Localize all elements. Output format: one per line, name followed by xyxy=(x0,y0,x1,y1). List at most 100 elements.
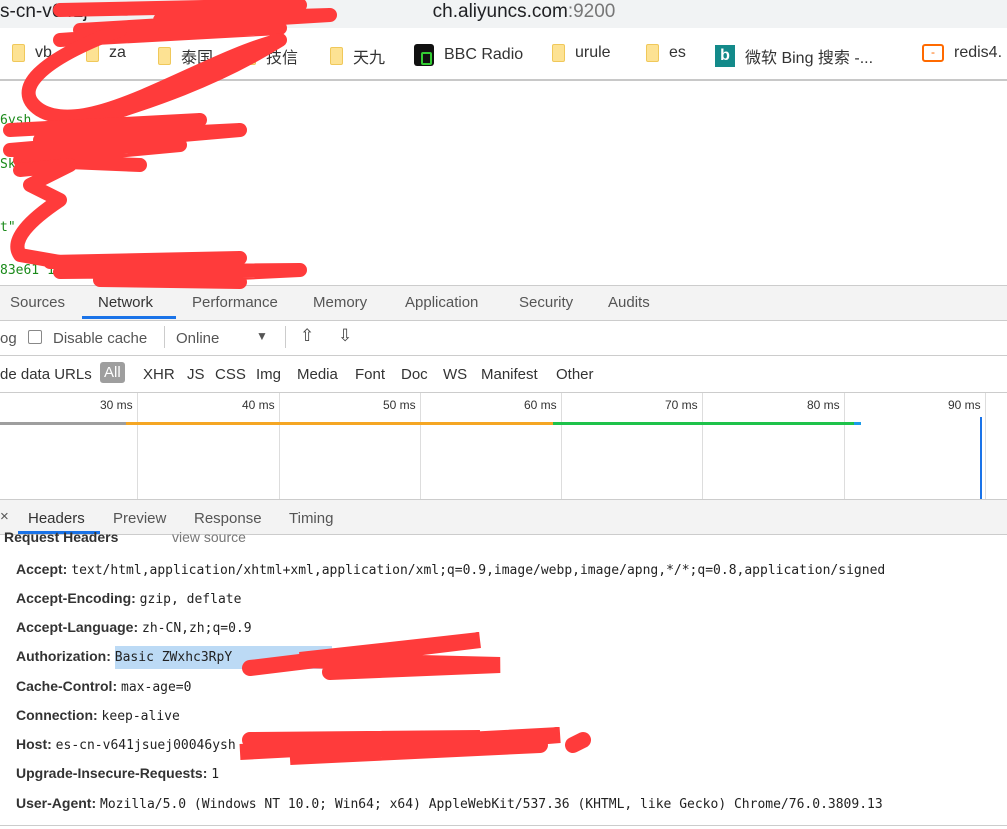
ttfb-bar xyxy=(126,422,553,425)
filter-js[interactable]: JS xyxy=(187,366,205,383)
filter-css[interactable]: CSS xyxy=(215,366,246,383)
request-subtabs: × Headers Preview Response Timing xyxy=(0,500,1007,535)
bing-icon: b xyxy=(715,45,735,67)
bookmark-vb[interactable]: vb xyxy=(12,44,52,62)
bookmarks-bar: vb za 泰国 技信 天九 BBC Radio urule es b 微软 Bi… xyxy=(0,28,1007,81)
disable-cache-label[interactable]: Disable cache xyxy=(53,330,147,347)
bookmark-bing[interactable]: b 微软 Bing 搜索 -... xyxy=(715,44,873,68)
header-name: Connection: xyxy=(16,707,98,723)
bookmark-label: 天九 xyxy=(353,50,386,67)
view-source-link[interactable]: view source xyxy=(172,529,246,545)
header-row: Host: es-cn-v641jsuej00046ysh 9200 xyxy=(16,736,502,753)
header-name: Authorization: xyxy=(16,648,111,664)
filter-bar: de data URLs All XHR JS CSS Img Media Fo… xyxy=(0,356,1007,393)
import-har-icon[interactable]: ⇧ xyxy=(300,326,314,346)
header-value: Mozilla/5.0 (Windows NT 10.0; Win64; x64… xyxy=(100,797,883,812)
filter-img[interactable]: Img xyxy=(256,366,281,383)
waiting-bar xyxy=(0,422,126,425)
bookmark-bbc-radio[interactable]: BBC Radio xyxy=(414,44,523,66)
close-icon[interactable]: × xyxy=(0,508,9,525)
folder-icon xyxy=(86,44,99,62)
bookmark-label: redis4. xyxy=(954,44,1003,61)
bookmark-label: BBC Radio xyxy=(444,46,524,63)
bookmark-thailand[interactable]: 泰国 xyxy=(158,44,213,68)
network-toolbar: og Disable cache Online ▼ ⇧ ⇩ xyxy=(0,320,1007,356)
timeline-tick: 50 ms xyxy=(383,398,416,412)
hide-data-urls-label[interactable]: de data URLs xyxy=(0,366,92,383)
header-value: text/html,application/xhtml+xml,applicat… xyxy=(71,563,886,578)
header-row: Accept: text/html,application/xhtml+xml,… xyxy=(16,561,885,578)
bookmark-label: es xyxy=(669,44,686,61)
folder-icon xyxy=(243,47,256,65)
tab-application[interactable]: Application xyxy=(405,294,478,311)
filter-media[interactable]: Media xyxy=(297,366,338,383)
json-line: 83e61 198 xyxy=(0,263,71,278)
address-bar[interactable]: s-cn-v641j ch.aliyuncs.com:9200 xyxy=(0,0,1007,28)
disable-cache-checkbox[interactable] xyxy=(28,330,42,344)
throttle-select[interactable]: Online xyxy=(176,330,219,347)
url-suffix: ch.aliyuncs.com xyxy=(432,1,568,22)
bookmark-es[interactable]: es xyxy=(646,44,686,62)
export-har-icon[interactable]: ⇩ xyxy=(338,326,352,346)
header-value: Basic ZWxhc3RpY xyxy=(114,646,333,669)
json-line: 6ysh xyxy=(0,113,32,128)
divider xyxy=(164,326,165,348)
subtab-timing[interactable]: Timing xyxy=(289,510,333,527)
timeline-tick: 70 ms xyxy=(665,398,698,412)
header-value: max-age=0 xyxy=(121,680,192,695)
bookmark-label: 微软 Bing 搜索 -... xyxy=(745,50,874,67)
bookmark-label: urule xyxy=(575,44,611,61)
preserve-log-label[interactable]: og xyxy=(0,330,17,347)
timeline-tick: 90 ms xyxy=(948,398,981,412)
tab-performance[interactable]: Performance xyxy=(192,294,278,311)
load-marker xyxy=(980,417,982,499)
header-value: zh-CN,zh;q=0.9 xyxy=(142,621,252,636)
header-value: keep-alive xyxy=(101,709,180,724)
filter-other[interactable]: Other xyxy=(556,366,594,383)
tab-security[interactable]: Security xyxy=(519,294,573,311)
timeline-tick: 30 ms xyxy=(100,398,133,412)
tab-sources[interactable]: Sources xyxy=(10,294,65,311)
header-name: Accept-Encoding: xyxy=(16,590,136,606)
timeline-overview[interactable]: 30 ms 40 ms 50 ms 60 ms 70 ms 80 ms 90 m… xyxy=(0,393,1007,500)
header-value: 1 xyxy=(211,767,220,782)
filter-xhr[interactable]: XHR xyxy=(143,366,175,383)
bookmark-za[interactable]: za xyxy=(86,44,126,62)
headers-panel: Request Headers view source Accept: text… xyxy=(0,529,1007,829)
active-tab-indicator xyxy=(82,316,176,319)
chevron-down-icon[interactable]: ▼ xyxy=(256,329,268,343)
filter-doc[interactable]: Doc xyxy=(401,366,428,383)
section-title[interactable]: Request Headers xyxy=(4,529,118,545)
divider xyxy=(285,326,286,348)
filter-all[interactable]: All xyxy=(100,362,125,383)
folder-icon xyxy=(552,44,565,62)
subtab-response[interactable]: Response xyxy=(194,510,262,527)
url-port: :9200 xyxy=(567,1,616,22)
bookmark-redis[interactable]: - redis4. xyxy=(922,44,1002,62)
filter-manifest[interactable]: Manifest xyxy=(481,366,538,383)
page-content: 6ysh Skq t" 83e61 198 xyxy=(0,80,1007,285)
json-line: Skq xyxy=(0,157,24,172)
filter-font[interactable]: Font xyxy=(355,366,385,383)
filter-ws[interactable]: WS xyxy=(443,366,467,383)
tab-network[interactable]: Network xyxy=(98,294,153,311)
header-row: Upgrade-Insecure-Requests: 1 xyxy=(16,765,219,782)
bookmark-label: za xyxy=(109,44,126,61)
header-name: Upgrade-Insecure-Requests: xyxy=(16,765,208,781)
header-row: User-Agent: Mozilla/5.0 (Windows NT 10.0… xyxy=(16,795,883,812)
bookmark-urule[interactable]: urule xyxy=(552,44,611,62)
url-prefix: s-cn-v641j xyxy=(0,1,88,22)
aliyun-icon: - xyxy=(922,44,944,62)
header-name: Host: xyxy=(16,736,52,752)
tab-audits[interactable]: Audits xyxy=(608,294,650,311)
json-line: t" xyxy=(0,220,16,235)
bookmark-tianjiu[interactable]: 天九 xyxy=(330,44,385,68)
tab-memory[interactable]: Memory xyxy=(313,294,367,311)
header-name: Cache-Control: xyxy=(16,678,118,694)
header-row: Connection: keep-alive xyxy=(16,707,180,724)
bookmark-tech[interactable]: 技信 xyxy=(243,44,298,68)
bookmark-label: 泰国 xyxy=(181,50,214,67)
subtab-preview[interactable]: Preview xyxy=(113,510,166,527)
folder-icon xyxy=(158,47,171,65)
subtab-headers[interactable]: Headers xyxy=(28,510,85,527)
